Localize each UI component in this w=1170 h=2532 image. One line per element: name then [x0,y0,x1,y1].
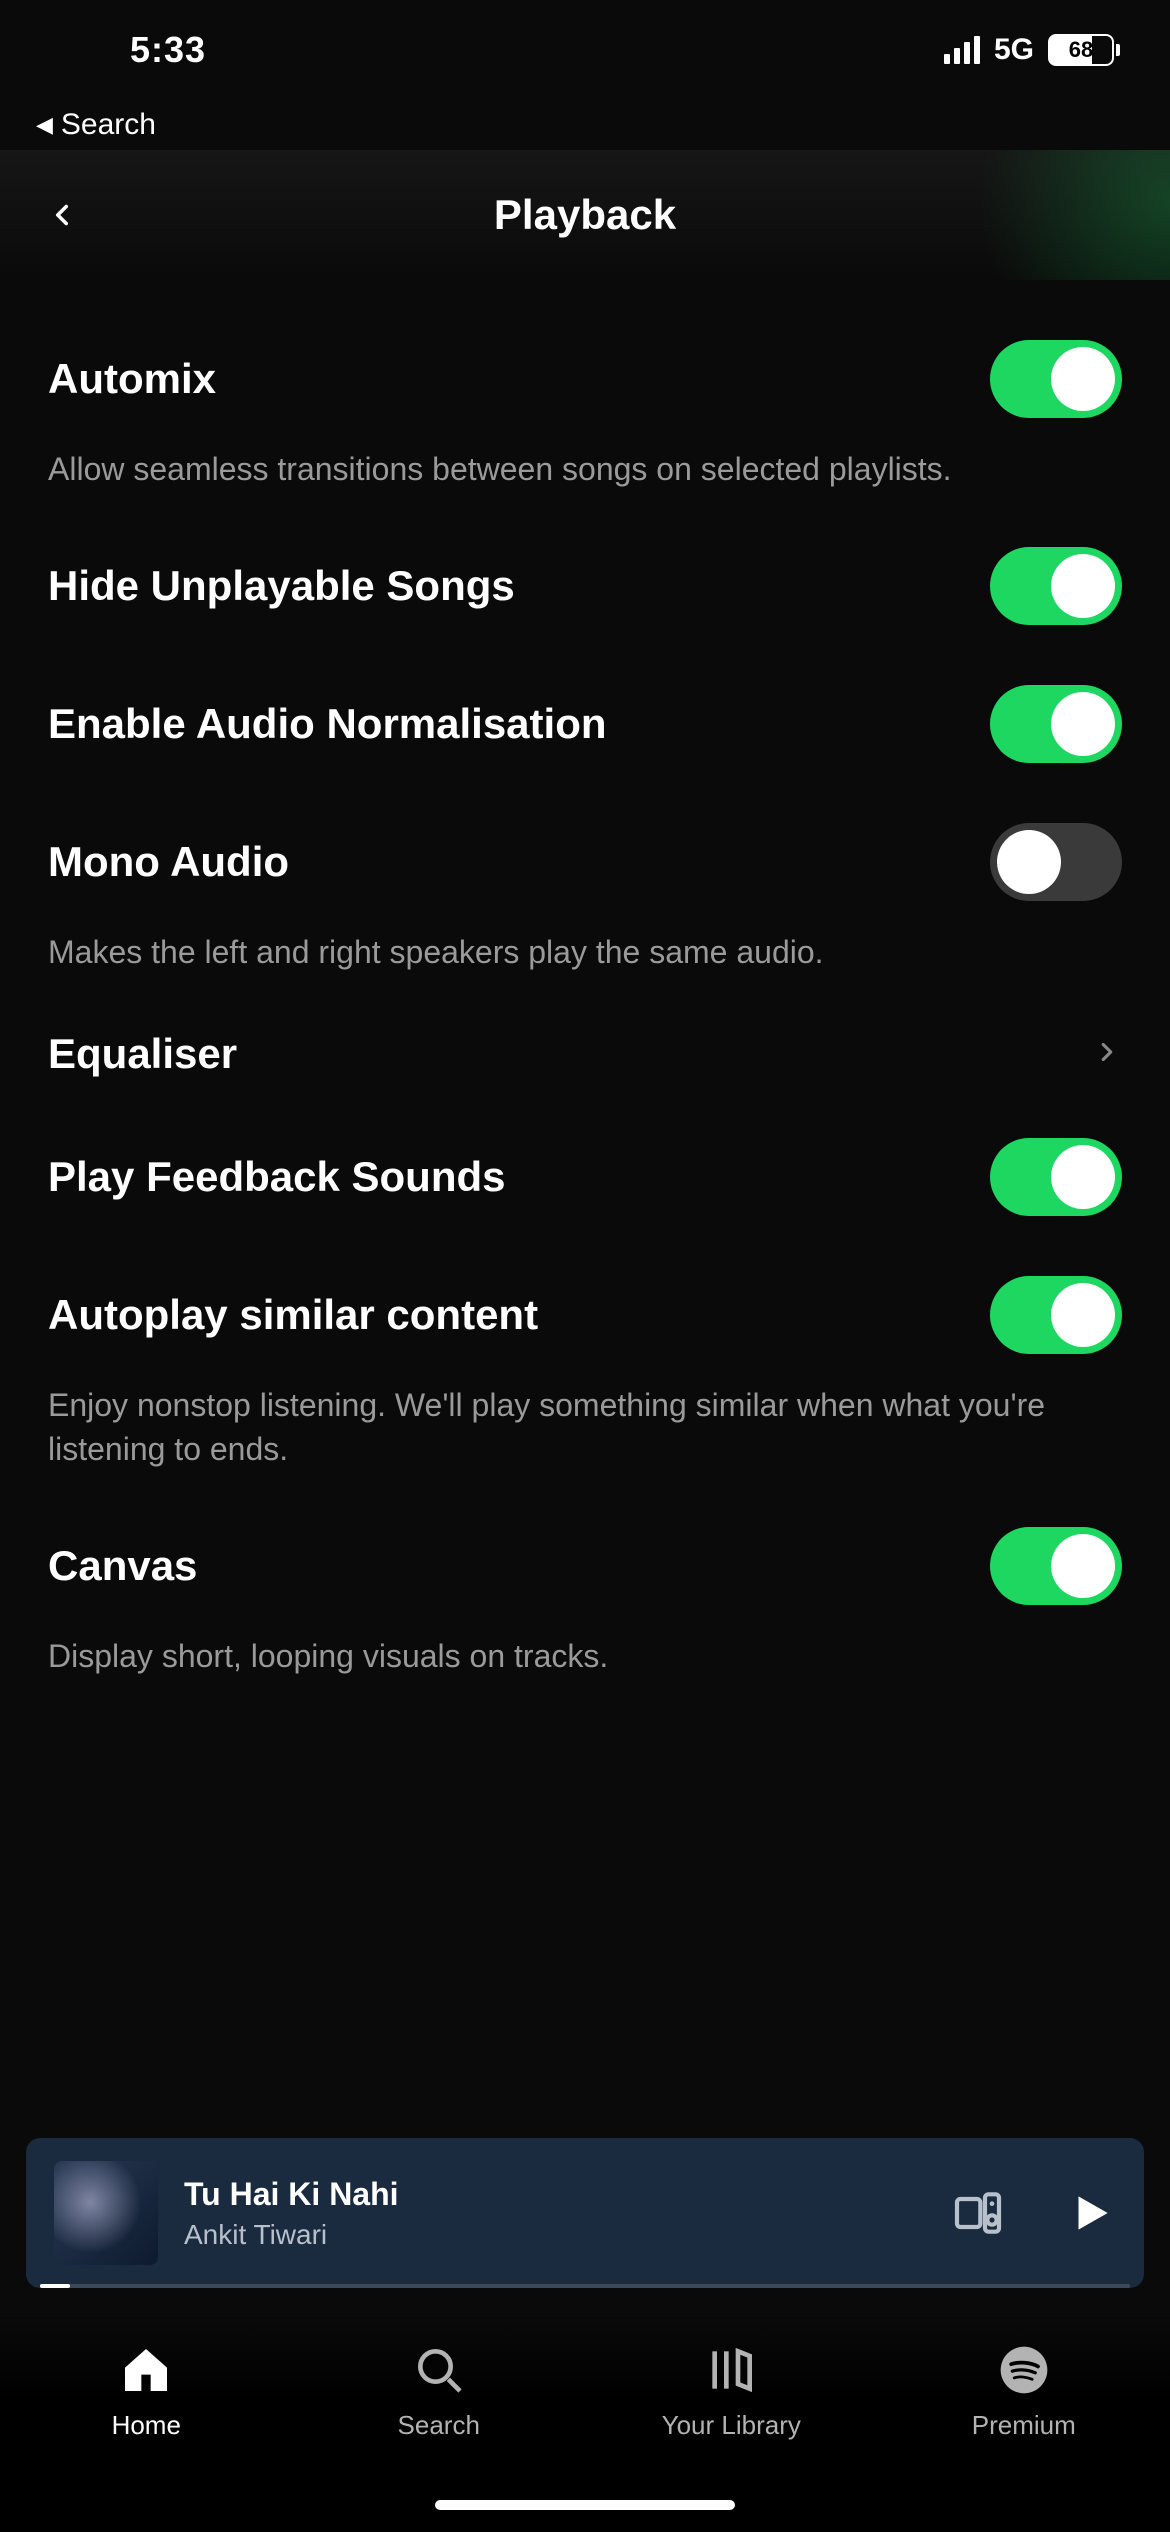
album-art [54,2161,158,2265]
toggle-mono[interactable] [990,823,1122,901]
page-title: Playback [494,191,676,239]
breadcrumb-label: Search [61,108,156,142]
setting-label: Mono Audio [48,838,289,886]
spotify-icon [996,2342,1052,2398]
setting-label: Automix [48,355,216,403]
setting-desc: Display short, looping visuals on tracks… [48,1635,1122,1704]
status-bar: 5:33 5G 68 [0,0,1170,100]
setting-row-equaliser[interactable]: Equaliser [48,1000,1122,1108]
setting-label: Equaliser [48,1030,237,1078]
play-button[interactable] [1066,2188,1116,2238]
chevron-left-icon [45,198,79,232]
setting-row-automix: Automix [48,310,1122,448]
cellular-signal-icon [944,36,980,64]
play-icon [1066,2188,1116,2238]
toggle-feedback[interactable] [990,1138,1122,1216]
tab-home[interactable]: Home [0,2342,293,2441]
chevron-right-icon [1092,1037,1122,1072]
now-playing-title: Tu Hai Ki Nahi [184,2176,924,2213]
toggle-normalisation[interactable] [990,685,1122,763]
toggle-hide-unplayable[interactable] [990,547,1122,625]
setting-row-feedback: Play Feedback Sounds [48,1108,1122,1246]
setting-label: Enable Audio Normalisation [48,700,607,748]
tab-library[interactable]: Your Library [585,2342,878,2441]
search-icon [411,2342,467,2398]
home-indicator [435,2500,735,2510]
tab-bar: Home Search Your Library Premium [0,2312,1170,2532]
back-button[interactable] [32,185,92,245]
setting-label: Canvas [48,1542,197,1590]
setting-desc: Enjoy nonstop listening. We'll play some… [48,1384,1122,1496]
toggle-automix[interactable] [990,340,1122,418]
status-time: 5:33 [50,29,206,71]
now-playing-bar[interactable]: Tu Hai Ki Nahi Ankit Tiwari [26,2138,1144,2288]
page-header: Playback [0,150,1170,280]
setting-desc: Makes the left and right speakers play t… [48,931,1122,1000]
setting-row-mono: Mono Audio [48,793,1122,931]
devices-icon [950,2185,1006,2241]
setting-row-hide-unplayable: Hide Unplayable Songs [48,517,1122,655]
setting-row-normalisation: Enable Audio Normalisation [48,655,1122,793]
setting-label: Play Feedback Sounds [48,1153,506,1201]
playback-progress [40,2284,70,2288]
breadcrumb-back[interactable]: ◀ Search [0,100,1170,150]
toggle-autoplay[interactable] [990,1276,1122,1354]
setting-label: Autoplay similar content [48,1291,538,1339]
settings-list: Automix Allow seamless transitions betwe… [0,280,1170,2138]
tab-search[interactable]: Search [293,2342,586,2441]
back-triangle-icon: ◀ [36,112,53,138]
tab-label: Premium [972,2410,1076,2441]
setting-label: Hide Unplayable Songs [48,562,515,610]
toggle-canvas[interactable] [990,1527,1122,1605]
devices-button[interactable] [950,2185,1006,2241]
setting-desc: Allow seamless transitions between songs… [48,448,1122,517]
setting-row-autoplay: Autoplay similar content [48,1246,1122,1384]
now-playing-artist: Ankit Tiwari [184,2219,924,2251]
setting-row-canvas: Canvas [48,1497,1122,1635]
network-type: 5G [994,33,1034,67]
tab-label: Search [398,2410,480,2441]
library-icon [703,2342,759,2398]
tab-label: Your Library [662,2410,801,2441]
battery-indicator: 68 [1048,34,1120,66]
home-icon [118,2342,174,2398]
tab-premium[interactable]: Premium [878,2342,1170,2441]
tab-label: Home [112,2410,181,2441]
